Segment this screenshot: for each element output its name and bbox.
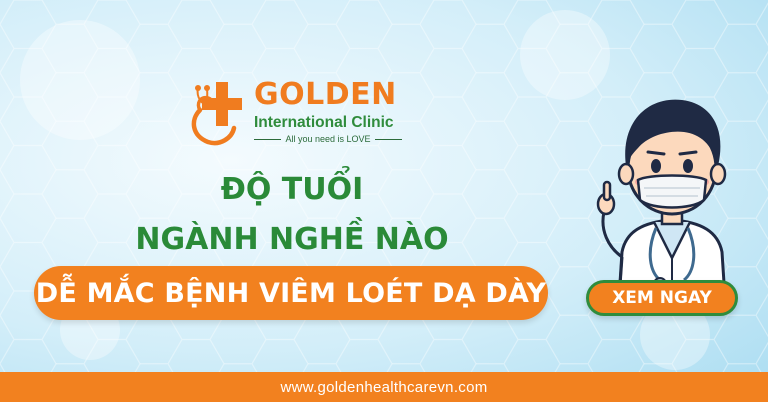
logo-tagline: All you need is LOVE	[254, 134, 402, 144]
logo-tagline-text: All you need is LOVE	[285, 134, 371, 144]
view-now-button[interactable]: XEM NGAY	[586, 280, 738, 316]
clinic-logo[interactable]: GOLDEN International Clinic All you need…	[186, 78, 416, 150]
medical-cross-heart-logo-icon	[191, 82, 242, 146]
logo-title: GOLDEN	[254, 77, 397, 112]
banner: GOLDEN International Clinic All you need…	[0, 0, 768, 402]
headline-line-1: ĐỘ TUỔI	[220, 172, 364, 207]
bokeh-light	[20, 20, 140, 140]
website-url-link[interactable]: www.goldenhealthcarevn.com	[280, 379, 487, 396]
headline-line-2: NGÀNH NGHỀ NÀO	[135, 222, 449, 257]
view-now-button-label: XEM NGAY	[612, 288, 712, 308]
logo-subtitle: International Clinic	[254, 114, 394, 131]
headline-highlight-text: DỄ MẮC BỆNH VIÊM LOÉT DẠ DÀY	[35, 277, 547, 309]
footer-bar: www.goldenhealthcarevn.com	[0, 372, 768, 402]
headline-highlight-pill: DỄ MẮC BỆNH VIÊM LOÉT DẠ DÀY	[34, 266, 548, 320]
